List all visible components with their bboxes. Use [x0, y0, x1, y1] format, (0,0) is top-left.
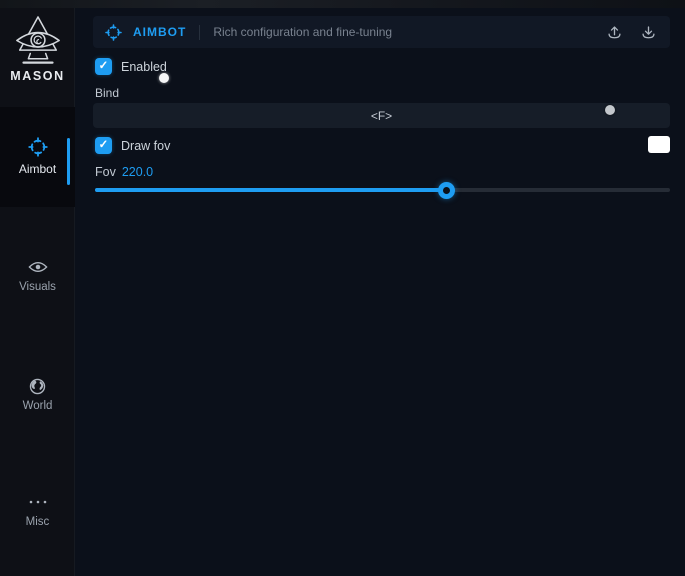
sidebar-item-world[interactable]: World [0, 377, 75, 412]
sidebar-item-label: World [23, 400, 53, 412]
main-panel: AIMBOT Rich configuration and fine-tunin… [75, 8, 685, 576]
fov-label-row: Fov 220.0 [95, 165, 153, 179]
app-window: MASON Aimbot Visuals [0, 8, 685, 576]
upload-icon[interactable] [607, 25, 622, 40]
bind-label: Bind [95, 86, 119, 100]
window-top-strip [0, 0, 685, 8]
secondary-cursor-dot [605, 105, 615, 115]
fov-slider-fill [95, 188, 446, 192]
globe-icon [29, 377, 46, 395]
crosshair-icon [105, 24, 122, 41]
sidebar-item-misc[interactable]: Misc [0, 493, 75, 528]
bind-value: <F> [371, 109, 392, 123]
draw-fov-label: Draw fov [121, 139, 170, 153]
header-divider [199, 25, 200, 40]
eye-icon [28, 258, 48, 276]
enabled-row: Enabled [95, 58, 167, 75]
crosshair-icon [28, 138, 48, 156]
section-subtitle: Rich configuration and fine-tuning [213, 25, 392, 39]
sidebar: MASON Aimbot Visuals [0, 8, 75, 576]
fov-slider[interactable] [95, 181, 670, 199]
sidebar-item-label: Aimbot [19, 162, 56, 176]
fov-label: Fov [95, 165, 116, 179]
brand-name: MASON [0, 69, 75, 83]
sidebar-item-visuals[interactable]: Visuals [0, 258, 75, 293]
sidebar-item-aimbot[interactable]: Aimbot [0, 107, 75, 207]
active-item-indicator [67, 138, 70, 185]
download-icon[interactable] [641, 25, 656, 40]
section-title: AIMBOT [133, 25, 186, 39]
bind-field[interactable]: <F> [93, 103, 670, 128]
enabled-checkbox[interactable] [95, 58, 112, 75]
section-header: AIMBOT Rich configuration and fine-tunin… [93, 16, 670, 48]
sidebar-item-label: Visuals [19, 281, 56, 293]
enabled-label: Enabled [121, 60, 167, 74]
draw-fov-color-swatch[interactable] [648, 136, 670, 153]
fov-slider-thumb[interactable] [438, 182, 455, 199]
draw-fov-checkbox[interactable] [95, 137, 112, 154]
brand-logo: MASON [0, 14, 75, 83]
draw-fov-row: Draw fov [95, 137, 170, 154]
ellipsis-icon [28, 493, 48, 511]
sidebar-item-label: Misc [26, 516, 50, 528]
mouse-cursor-dot [159, 73, 169, 83]
fov-value: 220.0 [122, 165, 153, 179]
illuminati-eye-icon [0, 14, 75, 68]
